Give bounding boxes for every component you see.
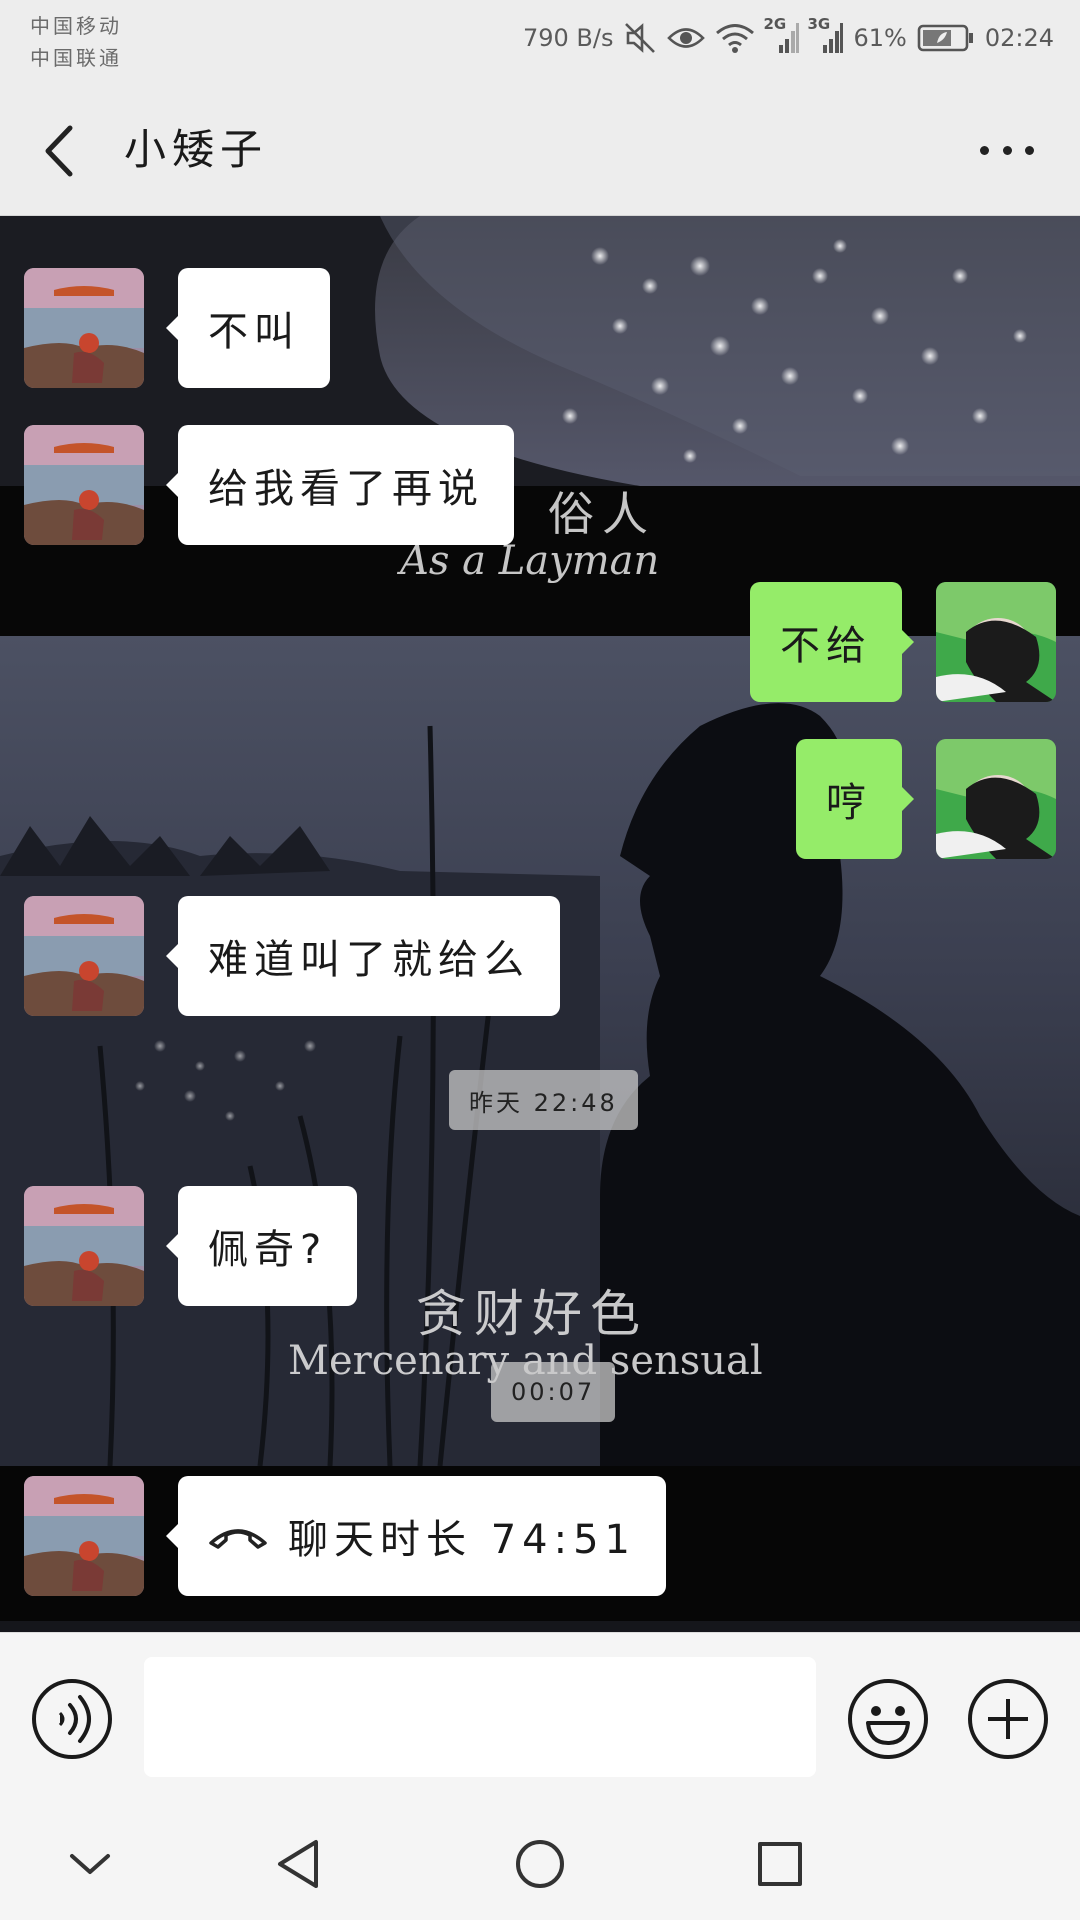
home-circle-icon [516, 1840, 564, 1888]
mute-icon [623, 21, 657, 55]
nav-home-button[interactable] [510, 1834, 570, 1894]
chat-area[interactable]: 俗人 As a Layman 贪财好色 Mercenary and sensua… [0, 216, 1080, 1632]
voice-button[interactable] [30, 1677, 114, 1761]
message-bubble-received[interactable]: 佩奇? [165, 1186, 358, 1306]
wifi-icon [715, 22, 755, 54]
more-icon-dot [980, 145, 989, 155]
message-bubble-received[interactable]: 给我看了再说 [166, 425, 514, 545]
avatar-image [24, 896, 144, 1016]
more-icon-dot [1025, 145, 1034, 155]
carrier-1: 中国移动 [30, 14, 122, 38]
phone-hangup-icon [209, 1529, 267, 1549]
more-functions-button[interactable] [966, 1677, 1050, 1761]
emoji-icon [848, 1679, 928, 1759]
chevron-down-icon [70, 1854, 110, 1874]
avatar-self[interactable] [936, 582, 1056, 702]
status-bar: 中国移动 中国联通 790 B/s 2G 3G 61% 02:24 [0, 0, 1080, 86]
message-bubble-sent[interactable]: 不给 [750, 582, 914, 702]
message-bubble-received[interactable]: 不叫 [166, 268, 330, 388]
signal-1-type: 2G [763, 15, 787, 33]
avatar-contact[interactable] [24, 1476, 144, 1596]
carrier-2: 中国联通 [30, 46, 122, 70]
avatar-contact[interactable] [24, 896, 144, 1016]
voice-icon [32, 1679, 112, 1759]
chat-title: 小矮子 [124, 125, 269, 174]
nav-recents-button[interactable] [750, 1834, 810, 1894]
net-speed: 790 B/s [522, 24, 614, 52]
chat-header: 小矮子 [0, 86, 1080, 216]
input-bar [0, 1632, 1080, 1804]
nav-back-button[interactable] [270, 1834, 330, 1894]
signal-3g-icon: 3G [807, 15, 844, 55]
message-input[interactable] [144, 1657, 816, 1777]
status-icons: 790 B/s 2G 3G 61% 02:24 [522, 15, 1054, 58]
back-button[interactable] [36, 116, 86, 186]
avatar-self[interactable] [936, 739, 1056, 859]
signal-2-type: 3G [807, 15, 831, 33]
bg-caption-cn-1: 俗人 [548, 487, 656, 541]
clock: 02:24 [984, 24, 1054, 52]
emoji-button[interactable] [846, 1677, 930, 1761]
avatar-image [24, 1476, 144, 1596]
eye-comfort-icon [667, 23, 706, 53]
signal-2g-icon: 2G [763, 15, 800, 55]
avatar-image [24, 425, 144, 545]
avatar-image [936, 582, 1056, 702]
battery-level: 61% [853, 24, 907, 52]
chevron-left-icon [45, 125, 73, 177]
timestamp: 昨天 22:48 [449, 1070, 638, 1130]
more-icon-dot [1002, 145, 1012, 155]
call-record-bubble[interactable]: 聊天时长 74:51 [166, 1476, 666, 1596]
more-button[interactable] [972, 130, 1042, 170]
collapse-nav-button[interactable] [60, 1834, 120, 1894]
back-triangle-icon [278, 1840, 318, 1888]
avatar-contact[interactable] [24, 268, 144, 388]
avatar-image [24, 1186, 144, 1306]
avatar-image [936, 739, 1056, 859]
avatar-image [24, 268, 144, 388]
bg-caption-cn-2: 贪财好色 [416, 1285, 648, 1343]
battery-icon [917, 23, 975, 53]
timestamp: 00:07 [491, 1362, 616, 1422]
call-duration-text: 聊天时长 74:51 [288, 1517, 636, 1563]
plus-icon [968, 1679, 1048, 1759]
recents-square-icon [758, 1842, 802, 1886]
message-bubble-received[interactable]: 难道叫了就给么 [166, 896, 560, 1016]
message-bubble-sent[interactable]: 哼 [796, 739, 914, 859]
avatar-contact[interactable] [24, 425, 144, 545]
avatar-contact[interactable] [24, 1186, 144, 1306]
system-nav-bar [0, 1804, 1080, 1920]
